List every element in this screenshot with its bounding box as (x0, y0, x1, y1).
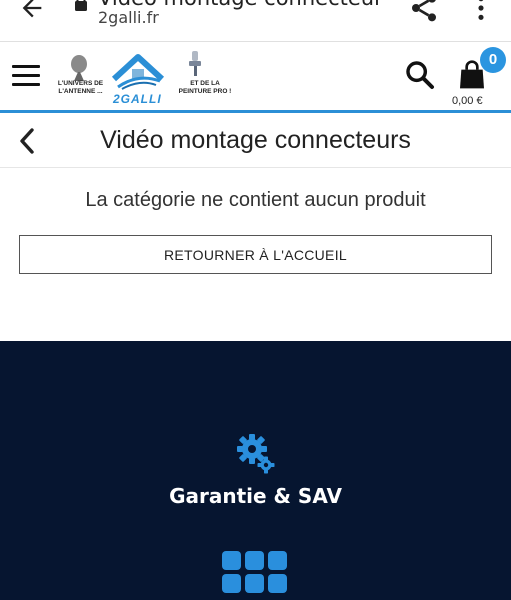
logo-right-text: ET DE LA PEINTURE PRO ! (178, 80, 232, 95)
empty-category-message: La catégorie ne contient aucun produit (85, 189, 426, 211)
more-options-icon[interactable] (472, 0, 490, 22)
gears-icon (237, 434, 275, 474)
cart-total: 0,00 € (452, 95, 483, 107)
site-logo[interactable]: L'UNIVERS DE L'ANTENNE ... 2GALLI ET DE … (50, 49, 235, 107)
menu-icon[interactable] (12, 65, 40, 87)
grid-icon (222, 551, 288, 595)
browser-toolbar: Vidéo montage connecteur 2galli.fr (0, 0, 511, 42)
site-header: L'UNIVERS DE L'ANTENNE ... 2GALLI ET DE … (0, 43, 511, 113)
lock-icon (75, 0, 87, 11)
browser-url[interactable]: 2galli.fr (98, 8, 159, 27)
page-title: Vidéo montage connecteurs (100, 126, 411, 154)
spray-gun-icon (189, 51, 201, 76)
satellite-dish-icon (71, 55, 87, 81)
logo-brand: 2GALLI (113, 92, 162, 106)
cart-count-badge[interactable]: 0 (480, 47, 506, 73)
share-icon[interactable] (408, 0, 440, 24)
house-antenna-icon (111, 54, 165, 90)
back-to-home-button[interactable]: RETOURNER À L'ACCUEIL (19, 235, 492, 274)
back-arrow-icon[interactable] (18, 0, 46, 22)
logo-left-text: L'UNIVERS DE L'ANTENNE ... (57, 80, 104, 95)
search-icon[interactable] (404, 59, 436, 91)
site-footer: Garantie & SAV (0, 341, 511, 600)
guarantee-sav-label[interactable]: Garantie & SAV (0, 484, 511, 508)
category-title-bar: Vidéo montage connecteurs (0, 116, 511, 168)
